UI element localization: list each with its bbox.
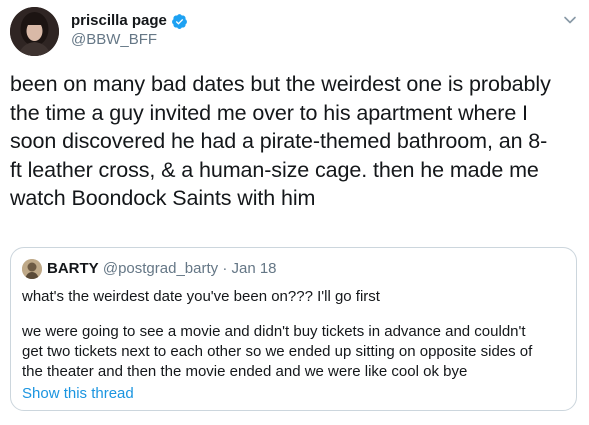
avatar-photo bbox=[10, 7, 59, 56]
header-separator: · bbox=[222, 260, 228, 277]
quoted-author-avatar bbox=[22, 259, 42, 279]
show-thread-link[interactable]: Show this thread bbox=[22, 385, 134, 403]
author-avatar[interactable] bbox=[10, 7, 59, 56]
quoted-tweet-date: Jan 18 bbox=[231, 260, 277, 277]
author-name[interactable]: priscilla page bbox=[71, 12, 188, 30]
tweet-text: been on many bad dates but the weirdest … bbox=[10, 72, 551, 210]
tweet-card: priscilla page @BBW_BFF been on many bad… bbox=[0, 0, 589, 425]
verified-badge-icon bbox=[171, 13, 188, 30]
author-handle[interactable]: @BBW_BFF bbox=[71, 31, 157, 49]
quoted-author-name: BARTY bbox=[47, 260, 99, 277]
quoted-tweet-header: BARTY @postgrad_barty · Jan 18 bbox=[47, 260, 277, 278]
quoted-author-handle: @postgrad_barty bbox=[102, 260, 219, 277]
author-name-text[interactable]: priscilla page bbox=[71, 12, 167, 30]
chevron-down-icon[interactable] bbox=[562, 12, 578, 28]
quoted-tweet-text-body: we were going to see a movie and didn't … bbox=[22, 323, 533, 380]
quoted-tweet-text-line1: what's the weirdest date you've been on?… bbox=[22, 288, 380, 305]
quoted-tweet[interactable]: BARTY @postgrad_barty · Jan 18 what's th… bbox=[10, 247, 577, 411]
